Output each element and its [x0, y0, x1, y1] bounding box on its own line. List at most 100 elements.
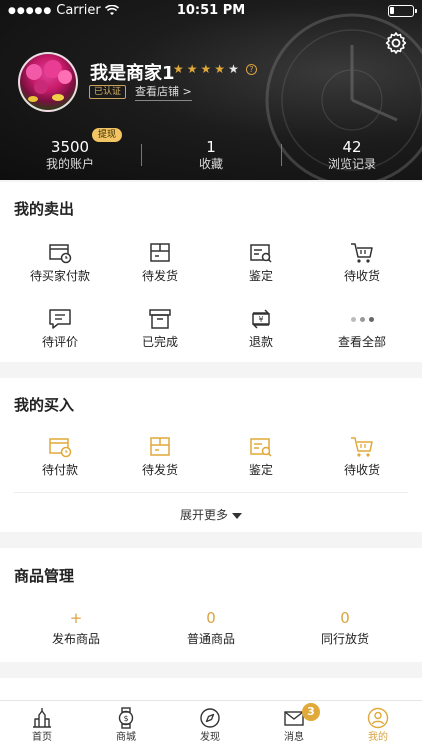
avatar-flower — [52, 94, 64, 101]
purchases-pending-shipment[interactable]: 待发货 — [112, 434, 208, 478]
tab-label: 首页 — [32, 732, 52, 743]
home-building-icon — [33, 708, 51, 728]
sales-pending-receipt[interactable]: 待收货 — [314, 240, 410, 284]
sales-view-all[interactable]: 查看全部 — [314, 306, 410, 350]
pending-review-icon — [49, 309, 71, 329]
purchases-appraisal[interactable]: 鉴定 — [213, 434, 309, 478]
expand-more-button[interactable]: 展开更多 — [0, 506, 422, 523]
purchases-divider — [14, 492, 408, 493]
stat-account[interactable]: 3500 我的账户 — [0, 138, 140, 172]
sales-pending-shipment[interactable]: 待发货 — [112, 240, 208, 284]
stat-label: 收藏 — [198, 157, 223, 171]
grid-label: 待买家付款 — [29, 269, 90, 283]
star-icon: ★ — [228, 62, 239, 76]
battery-icon — [388, 5, 417, 17]
rating-stars: ★ ★ ★ ★ ★ ? — [173, 62, 257, 76]
tab-label: 消息 — [284, 732, 304, 743]
discover-compass-icon — [200, 708, 220, 728]
grid-label: 待付款 — [41, 463, 78, 477]
grid-label: 待发货 — [141, 269, 178, 283]
stats-row: 3500 我的账户 1 收藏 42 浏览记录 — [0, 138, 422, 174]
stat-value: 3500 — [50, 138, 90, 156]
tab-discover[interactable]: 发现 — [168, 707, 252, 745]
avatar-flower — [26, 64, 42, 80]
mgmt-label: 普通商品 — [186, 632, 235, 646]
next-card-peek — [0, 678, 422, 700]
sales-title: 我的卖出 — [14, 200, 75, 218]
purchases-title: 我的买入 — [14, 396, 75, 414]
tab-messages[interactable]: 消息 — [252, 707, 336, 745]
tab-home[interactable]: 首页 — [0, 707, 84, 745]
purchases-card: 我的买入 待付款 待发货 鉴定 待收货 展开更多 — [0, 378, 422, 532]
grid-label: 鉴定 — [248, 269, 273, 283]
svg-text:$: $ — [123, 714, 128, 723]
mall-watch-icon: $ — [118, 707, 134, 729]
tab-mall[interactable]: $ 商城 — [84, 707, 168, 745]
tab-label: 商城 — [116, 732, 136, 743]
stat-label: 我的账户 — [45, 157, 94, 171]
view-store-link[interactable]: 查看店铺 > — [135, 83, 192, 101]
goods-card: 商品管理 + 发布商品 0 普通商品 0 同行放货 — [0, 548, 422, 662]
star-icon: ★ — [200, 62, 212, 76]
purchases-pending-payment[interactable]: 待付款 — [12, 434, 108, 478]
expand-label: 展开更多 — [179, 508, 228, 522]
sales-completed[interactable]: 已完成 — [112, 306, 208, 350]
more-dots-icon — [314, 306, 410, 332]
settings-gear-icon[interactable] — [384, 31, 408, 55]
mgmt-count: 0 — [206, 609, 216, 627]
peer-goods[interactable]: 0 同行放货 — [275, 608, 415, 647]
question-icon[interactable]: ? — [245, 63, 257, 75]
appraisal-icon — [250, 244, 272, 263]
grid-label: 待评价 — [41, 335, 78, 349]
star-icon: ★ — [214, 62, 226, 76]
tab-label: 发现 — [200, 732, 220, 743]
stat-label: 浏览记录 — [327, 157, 376, 171]
normal-goods[interactable]: 0 普通商品 — [141, 608, 281, 647]
avatar[interactable] — [18, 52, 78, 112]
publish-goods[interactable]: + 发布商品 — [6, 608, 146, 647]
refund-icon: ¥ — [252, 309, 270, 329]
profile-icon — [367, 707, 389, 729]
stat-value: 1 — [206, 138, 216, 156]
star-icon: ★ — [173, 62, 184, 76]
purchases-pending-receipt[interactable]: 待收货 — [314, 434, 410, 478]
sales-pending-payment[interactable]: 待买家付款 — [12, 240, 108, 284]
pending-receipt-icon — [351, 243, 373, 263]
tab-label: 我的 — [368, 732, 388, 743]
grid-label: 退款 — [248, 335, 273, 349]
grid-label: 待收货 — [343, 463, 380, 477]
sales-pending-review[interactable]: 待评价 — [12, 306, 108, 350]
pending-payment-icon — [49, 438, 72, 458]
stat-history[interactable]: 42 浏览记录 — [282, 138, 422, 172]
status-time: 10:51 PM — [176, 3, 246, 18]
caret-down-icon — [232, 512, 242, 519]
pending-payment-icon — [49, 244, 72, 264]
mgmt-label: 同行放货 — [320, 632, 369, 646]
status-bar: ●●●●● Carrier 10:51 PM — [0, 0, 422, 22]
mgmt-label: 发布商品 — [51, 632, 100, 646]
stat-favorites[interactable]: 1 收藏 — [141, 138, 281, 172]
tab-profile[interactable]: 我的 — [336, 707, 420, 745]
grid-label: 待发货 — [141, 463, 178, 477]
message-badge: 3 — [302, 703, 320, 721]
stat-value: 42 — [342, 138, 362, 156]
plus-icon: + — [69, 609, 83, 627]
avatar-flower — [34, 80, 48, 94]
pending-shipment-icon — [150, 437, 170, 456]
verified-badge: 已认证 — [89, 85, 127, 99]
sales-appraisal[interactable]: 鉴定 — [213, 240, 309, 284]
shop-name: 我是商家1 — [90, 63, 175, 84]
grid-label: 查看全部 — [337, 335, 386, 349]
goods-title: 商品管理 — [14, 567, 75, 585]
sales-card: 我的卖出 待买家付款 待发货 鉴定 待收货 待评价 已完成 ¥ 退款 查看全部 — [0, 182, 422, 362]
appraisal-icon — [250, 438, 272, 457]
profile-header: ●●●●● Carrier 10:51 PM 我是商家1 ★ ★ ★ ★ ★ ?… — [0, 0, 422, 180]
pending-shipment-icon — [150, 243, 170, 262]
tab-bar: 首页 $ 商城 发现 消息 我的 — [0, 700, 422, 750]
pending-receipt-icon — [351, 437, 373, 457]
star-icon: ★ — [186, 62, 198, 76]
grid-label: 已完成 — [141, 335, 178, 349]
mgmt-count: 0 — [340, 609, 350, 627]
avatar-flower — [28, 96, 38, 102]
sales-refund[interactable]: ¥ 退款 — [213, 306, 309, 350]
